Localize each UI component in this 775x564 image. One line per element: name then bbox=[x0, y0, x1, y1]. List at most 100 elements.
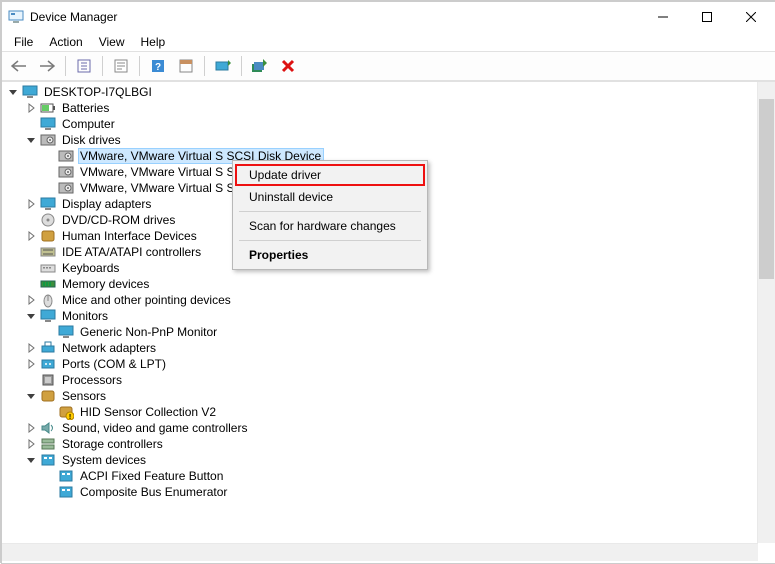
chevron-right-icon[interactable] bbox=[24, 437, 38, 451]
tree-item[interactable]: Sensors bbox=[4, 388, 757, 404]
chevron-down-icon[interactable] bbox=[24, 309, 38, 323]
tree-item-label: ACPI Fixed Feature Button bbox=[78, 469, 225, 483]
ata-icon bbox=[40, 244, 56, 260]
chevron-right-icon[interactable] bbox=[24, 357, 38, 371]
tree-item[interactable]: Ports (COM & LPT) bbox=[4, 356, 757, 372]
tree-container: DESKTOP-I7QLBGI Batteries ComputerDisk dri… bbox=[2, 81, 775, 561]
chevron-down-icon[interactable] bbox=[24, 453, 38, 467]
show-hide-tree-button[interactable] bbox=[71, 53, 97, 79]
tree-item[interactable]: Network adapters bbox=[4, 340, 757, 356]
svg-text:!: ! bbox=[69, 414, 71, 420]
tree-item-label: Display adapters bbox=[60, 197, 153, 211]
context-separator bbox=[239, 240, 421, 241]
scrollbar-thumb[interactable] bbox=[759, 99, 774, 279]
tree-item[interactable]: Mice and other pointing devices bbox=[4, 292, 757, 308]
forward-button[interactable] bbox=[34, 53, 60, 79]
tree-item-label: IDE ATA/ATAPI controllers bbox=[60, 245, 203, 259]
context-uninstall-device[interactable]: Uninstall device bbox=[235, 186, 425, 208]
tree-item[interactable]: Computer bbox=[4, 116, 757, 132]
tree-item-label: System devices bbox=[60, 453, 148, 467]
toolbar-separator bbox=[241, 56, 242, 76]
context-scan-hardware[interactable]: Scan for hardware changes bbox=[235, 215, 425, 237]
toolbar-separator bbox=[139, 56, 140, 76]
minimize-button[interactable] bbox=[641, 2, 685, 32]
menu-action[interactable]: Action bbox=[41, 34, 90, 50]
memory-icon bbox=[40, 276, 56, 292]
toolbar-separator bbox=[65, 56, 66, 76]
context-update-driver[interactable]: Update driver bbox=[235, 164, 425, 186]
window-title: Device Manager bbox=[30, 10, 117, 24]
tree-item[interactable]: Processors bbox=[4, 372, 757, 388]
tree-item-label: Keyboards bbox=[60, 261, 121, 275]
close-button[interactable] bbox=[729, 2, 773, 32]
chevron-down-icon[interactable] bbox=[24, 389, 38, 403]
dvd-icon bbox=[40, 212, 56, 228]
system-icon bbox=[58, 468, 74, 484]
cpu-icon bbox=[40, 372, 56, 388]
menu-bar: File Action View Help bbox=[2, 32, 775, 51]
help-button[interactable]: ? bbox=[145, 53, 171, 79]
context-separator bbox=[239, 211, 421, 212]
sensor-warn-icon: ! bbox=[58, 404, 74, 420]
tree-item[interactable]: Composite Bus Enumerator bbox=[4, 484, 757, 500]
tree-item-label: Batteries bbox=[60, 101, 111, 115]
svg-text:?: ? bbox=[155, 62, 161, 73]
tree-item-label: Mice and other pointing devices bbox=[60, 293, 233, 307]
back-button[interactable] bbox=[6, 53, 32, 79]
uninstall-device-button[interactable] bbox=[275, 53, 301, 79]
maximize-button[interactable] bbox=[685, 2, 729, 32]
chevron-down-icon[interactable] bbox=[24, 133, 38, 147]
tree-item[interactable]: Sound, video and game controllers bbox=[4, 420, 757, 436]
chevron-right-icon[interactable] bbox=[24, 197, 38, 211]
toolbar-separator bbox=[204, 56, 205, 76]
computer-icon bbox=[22, 84, 38, 100]
tree-item-label: Composite Bus Enumerator bbox=[78, 485, 229, 499]
chevron-right-icon[interactable] bbox=[24, 421, 38, 435]
tree-item[interactable]: ACPI Fixed Feature Button bbox=[4, 468, 757, 484]
menu-file[interactable]: File bbox=[6, 34, 41, 50]
tree-item[interactable]: Disk drives bbox=[4, 132, 757, 148]
action-center-button[interactable] bbox=[173, 53, 199, 79]
tree-item[interactable]: System devices bbox=[4, 452, 757, 468]
update-driver-button[interactable] bbox=[210, 53, 236, 79]
sound-icon bbox=[40, 420, 56, 436]
context-properties[interactable]: Properties bbox=[235, 244, 425, 266]
keyboard-icon bbox=[40, 260, 56, 276]
menu-help[interactable]: Help bbox=[133, 34, 174, 50]
tree-item[interactable]: !HID Sensor Collection V2 bbox=[4, 404, 757, 420]
chevron-right-icon[interactable] bbox=[24, 229, 38, 243]
tree-item-label: Network adapters bbox=[60, 341, 158, 355]
tree-item[interactable]: Memory devices bbox=[4, 276, 757, 292]
tree-item-label: Human Interface Devices bbox=[60, 229, 199, 243]
tree-item[interactable]: Monitors bbox=[4, 308, 757, 324]
chevron-right-icon[interactable] bbox=[24, 101, 38, 115]
tree-item-label: Computer bbox=[60, 117, 117, 131]
tree-item[interactable]: Batteries bbox=[4, 100, 757, 116]
display-icon bbox=[40, 196, 56, 212]
tree-item-label: DESKTOP-I7QLBGI bbox=[42, 85, 154, 99]
system-icon bbox=[40, 452, 56, 468]
disk-icon bbox=[58, 164, 74, 180]
tree-item[interactable]: Generic Non-PnP Monitor bbox=[4, 324, 757, 340]
tree-item-label: Memory devices bbox=[60, 277, 151, 291]
properties-button[interactable] bbox=[108, 53, 134, 79]
device-tree[interactable]: DESKTOP-I7QLBGI Batteries ComputerDisk dri… bbox=[4, 84, 757, 557]
disk-icon bbox=[58, 180, 74, 196]
sensor-icon bbox=[40, 388, 56, 404]
menu-view[interactable]: View bbox=[91, 34, 133, 50]
tree-item-label: Monitors bbox=[60, 309, 110, 323]
horizontal-scrollbar[interactable] bbox=[2, 543, 758, 561]
chevron-down-icon[interactable] bbox=[6, 85, 20, 99]
mouse-icon bbox=[40, 292, 56, 308]
port-icon bbox=[40, 356, 56, 372]
tree-item[interactable]: Storage controllers bbox=[4, 436, 757, 452]
vertical-scrollbar[interactable] bbox=[757, 82, 775, 543]
scan-hardware-button[interactable] bbox=[247, 53, 273, 79]
chevron-right-icon[interactable] bbox=[24, 293, 38, 307]
storage-icon bbox=[40, 436, 56, 452]
tree-item[interactable]: DESKTOP-I7QLBGI bbox=[4, 84, 757, 100]
monitor-icon bbox=[58, 324, 74, 340]
chevron-right-icon[interactable] bbox=[24, 341, 38, 355]
tree-item-label: DVD/CD-ROM drives bbox=[60, 213, 177, 227]
monitor-icon bbox=[40, 308, 56, 324]
